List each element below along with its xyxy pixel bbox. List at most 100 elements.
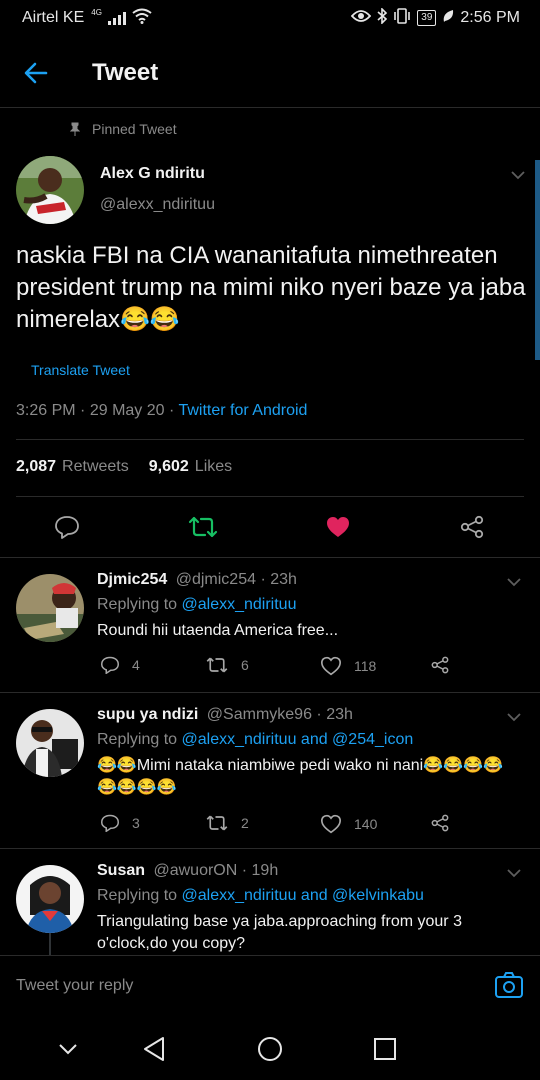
reply-author-handle[interactable]: @Sammyke96 [207, 706, 312, 723]
like-icon [320, 656, 342, 676]
replying-label: Replying to [97, 731, 178, 748]
pin-icon [70, 122, 80, 136]
chevron-down-icon[interactable] [504, 863, 524, 883]
reply-comment-count: 3 [132, 815, 140, 831]
share-icon [431, 656, 449, 674]
reply-like-count: 140 [354, 816, 378, 832]
chevron-down-icon[interactable] [504, 572, 524, 592]
nav-down-button[interactable] [52, 1033, 84, 1065]
page-title: Tweet [92, 58, 159, 86]
pinned-text: Pinned Tweet [92, 121, 177, 137]
camera-button[interactable] [494, 970, 524, 1000]
reply-text: Triangulating base ya jaba.approaching f… [97, 913, 462, 952]
tweet-text: naskia FBI na CIA wananitafuta nimethrea… [16, 242, 526, 333]
eye-icon [351, 9, 372, 27]
reply-time: 19h [251, 862, 279, 879]
tweet-source[interactable]: Twitter for Android [178, 402, 307, 419]
reply-item[interactable]: supu ya ndizi @Sammyke96 · 23h Replying … [0, 693, 540, 848]
retweet-icon [206, 657, 228, 673]
reply-like-count: 118 [354, 658, 377, 674]
reply-input[interactable]: Tweet your reply [16, 977, 133, 995]
nav-back-button[interactable] [138, 1033, 170, 1065]
chevron-down-icon[interactable] [508, 165, 528, 185]
scrollbar[interactable] [535, 160, 540, 360]
status-bar: Airtel KE 4G 39 2:56 PM [0, 0, 540, 36]
tweet-stats: 2,087 Retweets 9,602 Likes [16, 458, 232, 476]
wifi-icon [132, 8, 152, 29]
share-button[interactable] [452, 507, 492, 547]
arrow-left-icon [24, 62, 48, 83]
reply-mentions[interactable]: @alexx_ndirituu [182, 596, 297, 613]
reply-comment-button[interactable]: 4 [100, 656, 140, 674]
network-type: 4G [91, 7, 102, 17]
author-name[interactable]: Alex G ndiritu [100, 165, 205, 183]
nav-recents-button[interactable] [369, 1033, 401, 1065]
reply-mentions[interactable]: @alexx_ndirituu and @kelvinkabu [182, 887, 424, 904]
retweets-count: 2,087 [16, 458, 57, 475]
reply-like-button[interactable]: 140 [320, 814, 377, 834]
replying-label: Replying to [97, 887, 178, 904]
avatar[interactable] [16, 865, 84, 933]
reply-item[interactable]: Susan @awuorON · 19h Replying to @alexx_… [0, 849, 540, 955]
battery-icon: 39 [417, 10, 437, 26]
reply-mentions[interactable]: @alexx_ndirituu and @254_icon [182, 731, 414, 748]
share-icon [460, 515, 484, 539]
leaf-icon [442, 9, 454, 28]
comment-icon [100, 656, 120, 674]
replying-to: Replying to @alexx_ndirituu [97, 596, 296, 614]
reply-retweet-button[interactable]: 6 [205, 656, 249, 674]
replying-to: Replying to @alexx_ndirituu and @kelvink… [97, 887, 424, 905]
likes-label: Likes [194, 458, 233, 475]
bluetooth-icon [377, 6, 388, 29]
comment-icon [100, 814, 120, 832]
reply-author-name[interactable]: Djmic254 [97, 571, 167, 588]
avatar[interactable] [16, 156, 84, 224]
tweet-date: 29 May 20 [89, 402, 165, 419]
retweet-icon [206, 815, 228, 831]
avatar[interactable] [16, 709, 84, 777]
like-icon [327, 517, 349, 537]
retweets-stat[interactable]: 2,087 Retweets [16, 458, 129, 476]
carrier-label: Airtel KE [22, 9, 85, 26]
nav-home-button[interactable] [254, 1033, 286, 1065]
translate-link[interactable]: Translate Tweet [31, 362, 130, 378]
reply-share-button[interactable] [430, 656, 450, 674]
chevron-down-icon[interactable] [504, 707, 524, 727]
reply-author-name[interactable]: supu ya ndizi [97, 706, 198, 723]
back-button[interactable] [16, 53, 56, 93]
reply-author-handle[interactable]: @djmic254 [176, 571, 256, 588]
reply-header: Djmic254 @djmic254 · 23h [97, 571, 297, 588]
likes-stat[interactable]: 9,602 Likes [149, 458, 232, 476]
reply-comment-button[interactable]: 3 [100, 814, 140, 832]
nav-down-icon [59, 1044, 77, 1055]
reply-text: 😂😂Mimi nataka niambiwe pedi wako ni nani… [97, 757, 503, 796]
comment-button[interactable] [47, 507, 87, 547]
reply-like-button[interactable]: 118 [320, 656, 376, 676]
divider [16, 439, 524, 440]
reply-retweet-button[interactable]: 2 [205, 814, 249, 832]
reply-time: 23h [326, 706, 353, 723]
nav-recents-icon [374, 1038, 396, 1060]
reply-composer[interactable]: Tweet your reply [0, 955, 540, 1017]
avatar[interactable] [16, 574, 84, 642]
reply-header: Susan @awuorON · 19h [97, 862, 279, 879]
share-icon [431, 814, 449, 832]
retweet-icon [188, 516, 218, 538]
comment-icon [55, 516, 79, 539]
author-handle[interactable]: @alexx_ndirituu [100, 196, 215, 214]
reply-author-handle[interactable]: @awuorON [153, 862, 237, 879]
replying-to: Replying to @alexx_ndirituu and @254_ico… [97, 731, 413, 749]
top-bar: Tweet [0, 38, 540, 108]
nav-back-icon [144, 1037, 164, 1061]
clock: 2:56 PM [460, 9, 520, 26]
reply-item[interactable]: Djmic254 @djmic254 · 23h Replying to @al… [0, 558, 540, 692]
like-icon [320, 814, 342, 834]
reply-retweet-count: 6 [241, 657, 249, 673]
replying-label: Replying to [97, 596, 178, 613]
reply-share-button[interactable] [430, 814, 450, 832]
reply-author-name[interactable]: Susan [97, 862, 145, 879]
reply-header: supu ya ndizi @Sammyke96 · 23h [97, 706, 353, 723]
like-button[interactable] [318, 507, 358, 547]
retweet-button[interactable] [183, 507, 223, 547]
camera-icon [495, 972, 523, 998]
